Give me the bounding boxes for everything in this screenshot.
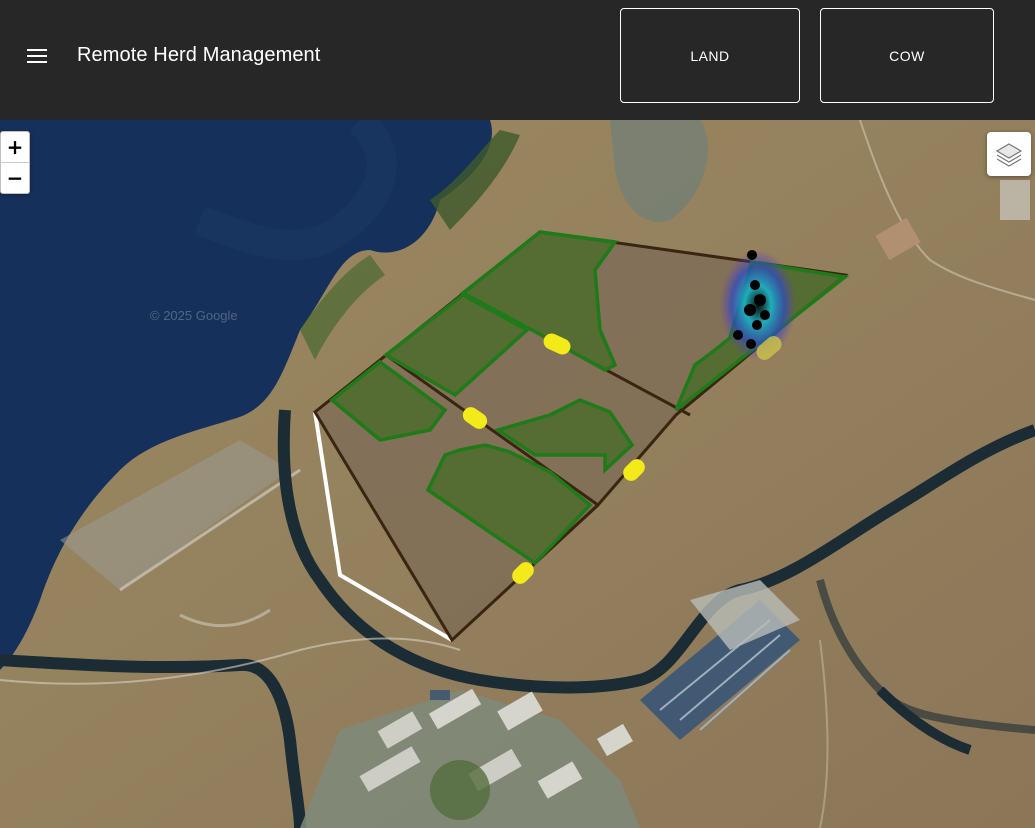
cow-marker[interactable] <box>752 320 762 330</box>
layers-icon <box>995 143 1023 167</box>
app-title: Remote Herd Management <box>77 44 321 66</box>
land-button[interactable]: LAND <box>620 8 800 103</box>
zoom-out-button[interactable]: − <box>1 163 29 193</box>
map-canvas <box>0 120 1035 828</box>
cow-marker[interactable] <box>747 250 757 260</box>
cow-button[interactable]: COW <box>820 8 994 103</box>
cow-marker[interactable] <box>750 280 760 290</box>
map-watermark: © 2025 Google <box>150 308 238 323</box>
app-bar: Remote Herd Management LAND COW <box>0 0 1035 120</box>
cow-marker[interactable] <box>744 304 756 316</box>
satellite-map[interactable]: © 2025 Google + − <box>0 120 1035 828</box>
cow-marker[interactable] <box>754 294 766 306</box>
cow-marker[interactable] <box>760 310 770 320</box>
hamburger-menu-icon <box>27 49 47 63</box>
zoom-in-button[interactable]: + <box>1 132 29 163</box>
cow-marker[interactable] <box>746 339 756 349</box>
cow-marker[interactable] <box>733 330 743 340</box>
menu-button[interactable] <box>18 38 56 74</box>
layers-button[interactable] <box>987 132 1031 176</box>
zoom-control: + − <box>0 131 30 194</box>
